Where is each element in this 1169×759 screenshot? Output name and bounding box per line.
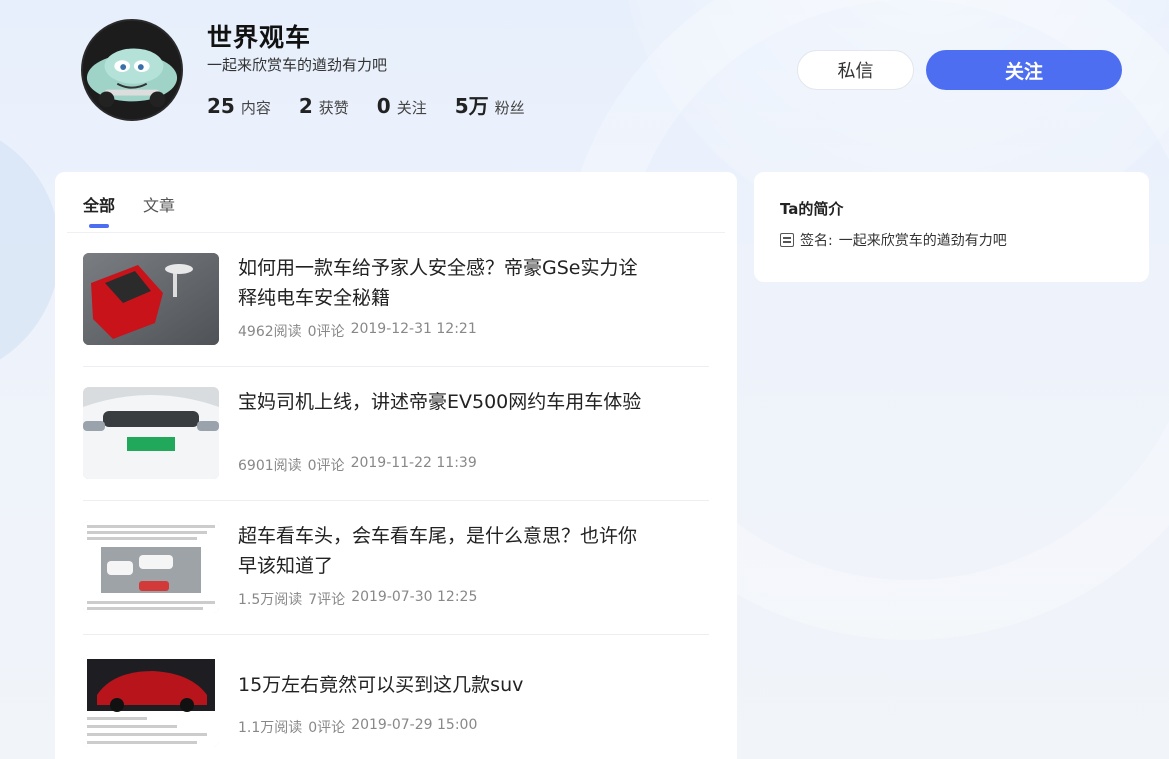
comment-count: 7评论 [308, 592, 346, 608]
stat-content[interactable]: 25 内容 [207, 94, 271, 118]
article-thumbnail[interactable] [83, 655, 219, 747]
intro-title: Ta的简介 [780, 200, 844, 218]
publish-date: 2019-12-31 12:21 [350, 321, 477, 337]
content-panel: 全部 文章 如何用一款车给予家人安全感？帝豪GSe实力诠释纯电车安全秘籍 496… [55, 172, 737, 759]
message-button[interactable]: 私信 [797, 50, 914, 90]
article-thumbnail[interactable] [83, 521, 219, 613]
article-title[interactable]: 宝妈司机上线，讲述帝豪EV500网约车用车体验 [238, 387, 648, 417]
stat-label: 内容 [240, 99, 271, 117]
article-title[interactable]: 超车看车头，会车看车尾，是什么意思？也许你早该知道了 [238, 521, 648, 581]
comment-count: 0评论 [307, 458, 345, 474]
article-meta: 1.5万阅读 7评论 2019-07-30 12:25 [238, 589, 477, 609]
article-thumbnail[interactable] [83, 387, 219, 479]
stat-likes: 2 获赞 [299, 94, 349, 118]
profile-header: 世界观车 一起来欣赏车的遒劲有力吧 25 内容 2 获赞 0 关注 5万 粉丝 … [0, 0, 1169, 150]
article-item[interactable]: 超车看车头，会车看车尾，是什么意思？也许你早该知道了 1.5万阅读 7评论 20… [83, 501, 709, 635]
article-thumbnail[interactable] [83, 253, 219, 345]
comment-count: 0评论 [308, 720, 346, 736]
article-item[interactable]: 宝妈司机上线，讲述帝豪EV500网约车用车体验 6901阅读 0评论 2019-… [83, 367, 709, 501]
follow-button[interactable]: 关注 [926, 50, 1122, 90]
article-list: 如何用一款车给予家人安全感？帝豪GSe实力诠释纯电车安全秘籍 4962阅读 0评… [83, 233, 709, 759]
read-count: 4962阅读 [238, 324, 302, 340]
document-icon [780, 233, 794, 247]
article-meta: 1.1万阅读 0评论 2019-07-29 15:00 [238, 717, 477, 737]
read-count: 1.1万阅读 [238, 720, 303, 736]
read-count: 1.5万阅读 [238, 592, 303, 608]
profile-tagline: 一起来欣赏车的遒劲有力吧 [207, 56, 388, 74]
stat-number: 25 [207, 94, 235, 118]
read-count: 6901阅读 [238, 458, 302, 474]
signature-text: 一起来欣赏车的遒劲有力吧 [838, 233, 1007, 249]
article-meta: 6901阅读 0评论 2019-11-22 11:39 [238, 455, 477, 475]
signature-label: 签名: [800, 233, 833, 249]
article-title[interactable]: 如何用一款车给予家人安全感？帝豪GSe实力诠释纯电车安全秘籍 [238, 253, 648, 313]
article-meta: 4962阅读 0评论 2019-12-31 12:21 [238, 321, 477, 341]
stat-number: 2 [298, 94, 313, 118]
publish-date: 2019-07-29 15:00 [351, 717, 478, 733]
stat-number: 5万 [454, 94, 489, 118]
stat-label: 关注 [396, 99, 427, 117]
tab-articles[interactable]: 文章 [143, 192, 175, 228]
article-item[interactable]: 15万左右竟然可以买到这几款suv 1.1万阅读 0评论 2019-07-29 … [83, 635, 709, 759]
signature-row: 签名: 一起来欣赏车的遒劲有力吧 [780, 230, 1007, 250]
profile-stats: 25 内容 2 获赞 0 关注 5万 粉丝 [207, 90, 525, 119]
stat-number: 0 [376, 94, 391, 118]
stat-following[interactable]: 0 关注 [377, 94, 427, 118]
stat-followers[interactable]: 5万 粉丝 [455, 90, 525, 119]
publish-date: 2019-11-22 11:39 [350, 455, 477, 471]
content-tabs: 全部 文章 [83, 192, 175, 228]
comment-count: 0评论 [307, 324, 345, 340]
intro-panel: Ta的简介 签名: 一起来欣赏车的遒劲有力吧 [754, 172, 1149, 282]
article-title[interactable]: 15万左右竟然可以买到这几款suv [238, 670, 648, 700]
article-item[interactable]: 如何用一款车给予家人安全感？帝豪GSe实力诠释纯电车安全秘籍 4962阅读 0评… [83, 233, 709, 367]
tab-all[interactable]: 全部 [83, 192, 115, 228]
avatar[interactable] [81, 19, 183, 121]
profile-name: 世界观车 [207, 23, 312, 52]
stat-label: 获赞 [318, 99, 349, 117]
publish-date: 2019-07-30 12:25 [351, 589, 478, 605]
stat-label: 粉丝 [494, 99, 525, 117]
